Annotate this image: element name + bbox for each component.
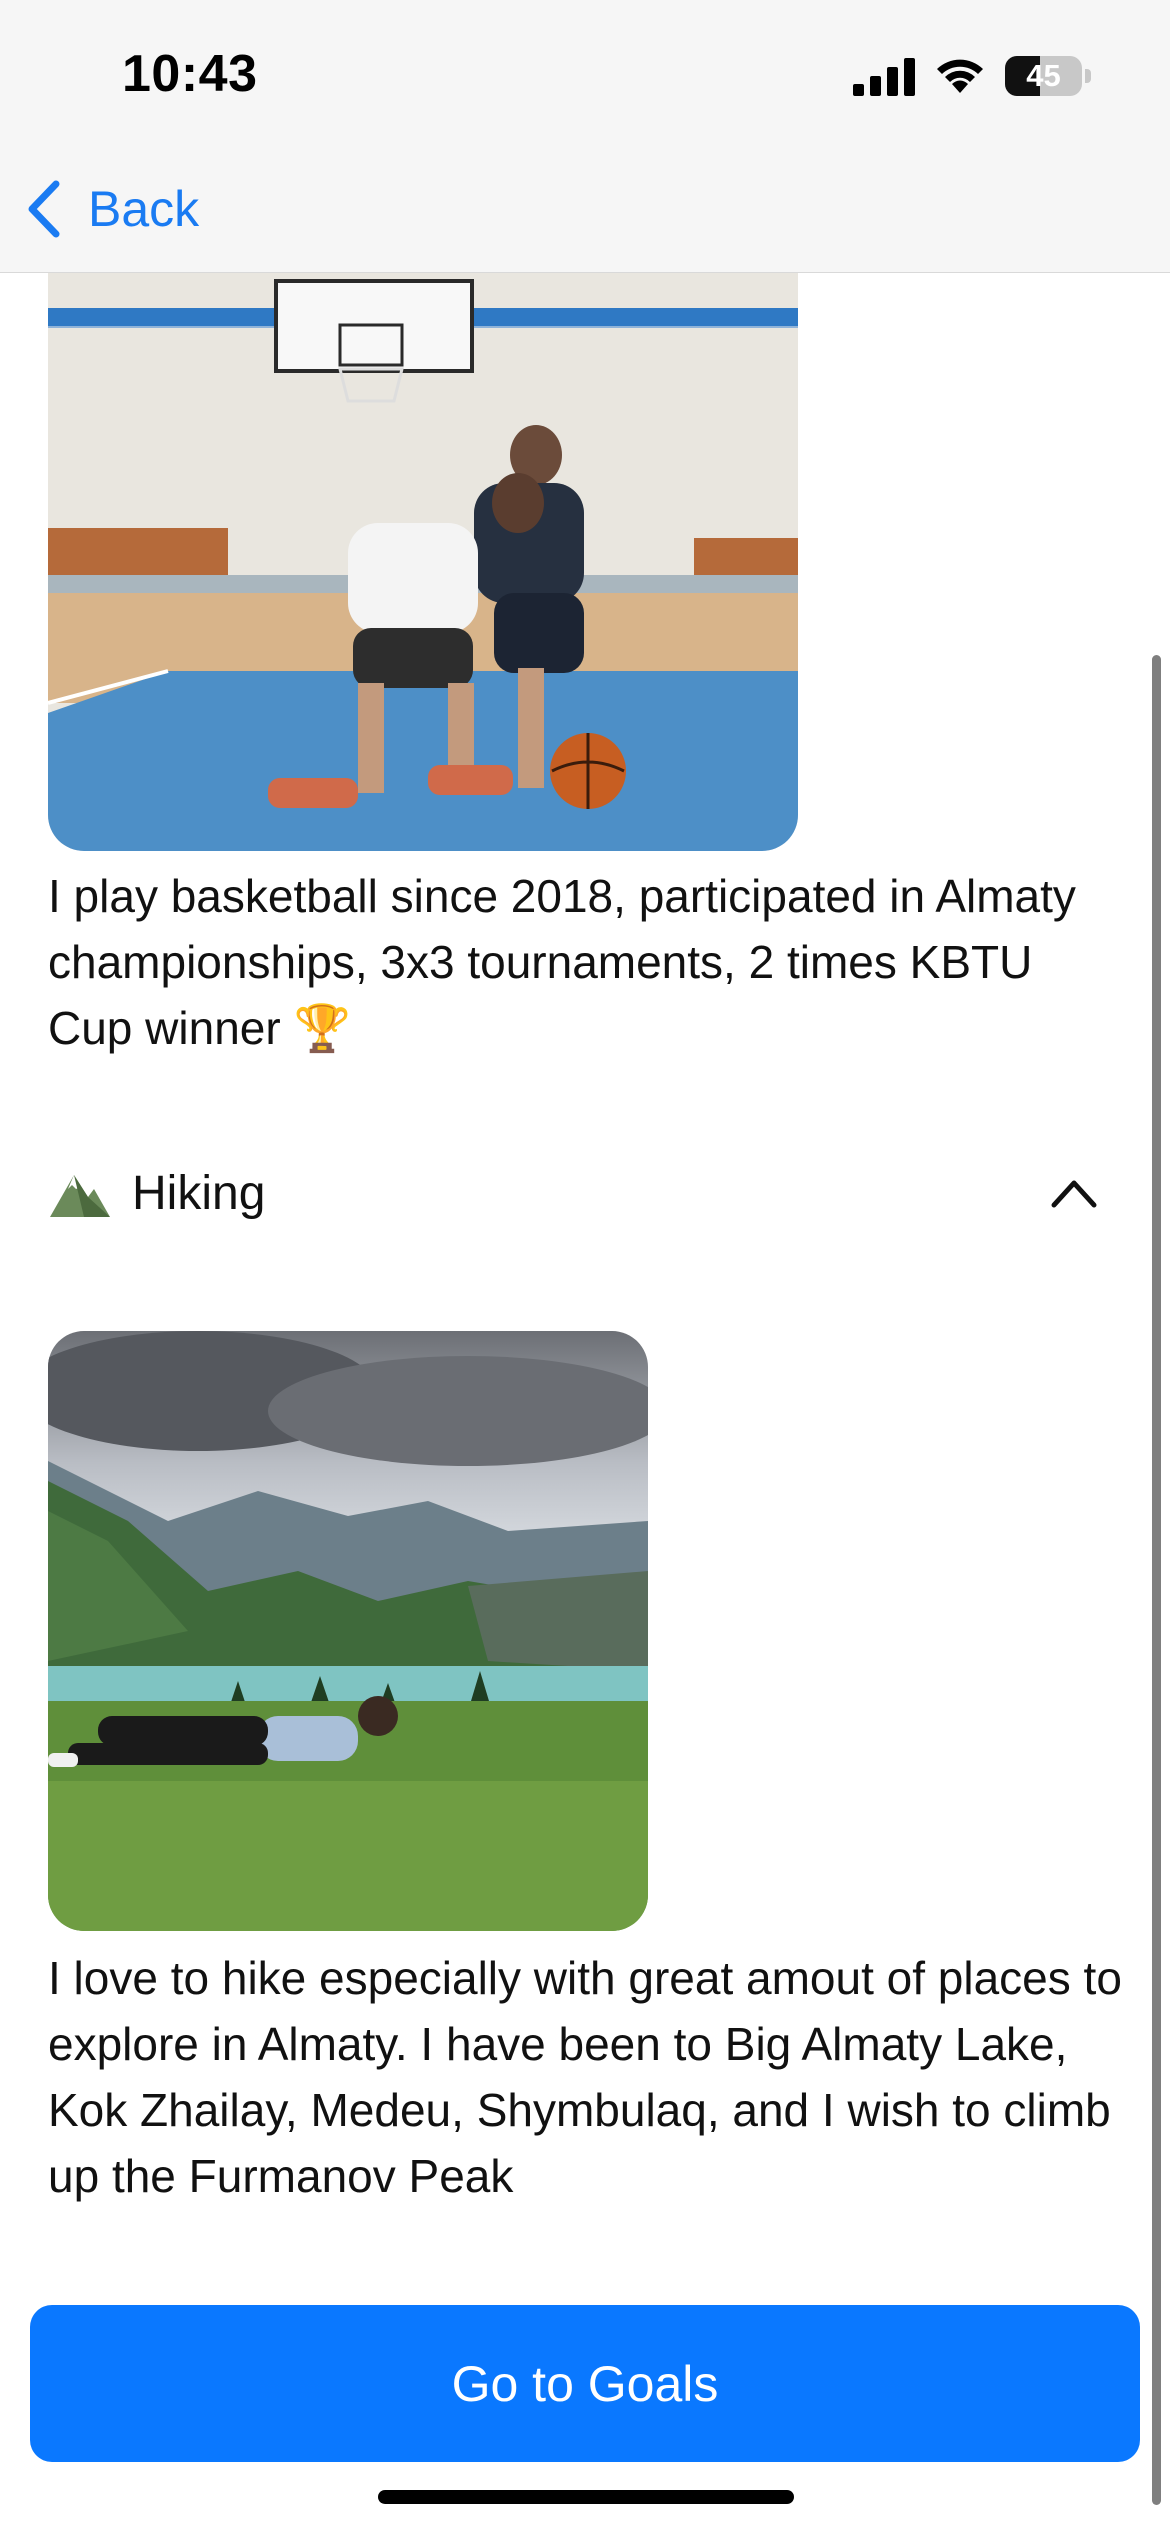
cellular-signal-icon <box>853 58 915 96</box>
chevron-left-icon <box>28 180 60 238</box>
go-to-goals-button[interactable]: Go to Goals <box>30 2305 1140 2462</box>
navigation-bar: Back <box>0 150 1170 273</box>
wifi-icon <box>937 59 983 93</box>
back-button[interactable]: Back <box>24 174 199 244</box>
battery-icon: 45 <box>1005 56 1093 98</box>
home-indicator[interactable] <box>378 2490 794 2504</box>
mountain-icon <box>50 1175 110 1217</box>
status-bar: 10:43 45 <box>0 0 1170 150</box>
hiking-caption: I love to hike especially with great amo… <box>48 1952 1122 2202</box>
hiking-photo <box>48 1331 648 1931</box>
section-title: Hiking <box>132 1166 266 1220</box>
section-header-hiking[interactable]: Hiking <box>48 1143 1098 1243</box>
chevron-up-icon[interactable] <box>1050 1173 1098 1213</box>
status-time: 10:43 <box>122 45 258 103</box>
basketball-caption: I play basketball since 2018, participat… <box>48 870 1076 1054</box>
content-scroll[interactable]: I play basketball since 2018, participat… <box>0 273 1170 2532</box>
basketball-photo <box>48 273 798 851</box>
back-label: Back <box>88 181 200 237</box>
scroll-indicator[interactable] <box>1152 655 1161 2505</box>
battery-level: 45 <box>1026 58 1061 93</box>
